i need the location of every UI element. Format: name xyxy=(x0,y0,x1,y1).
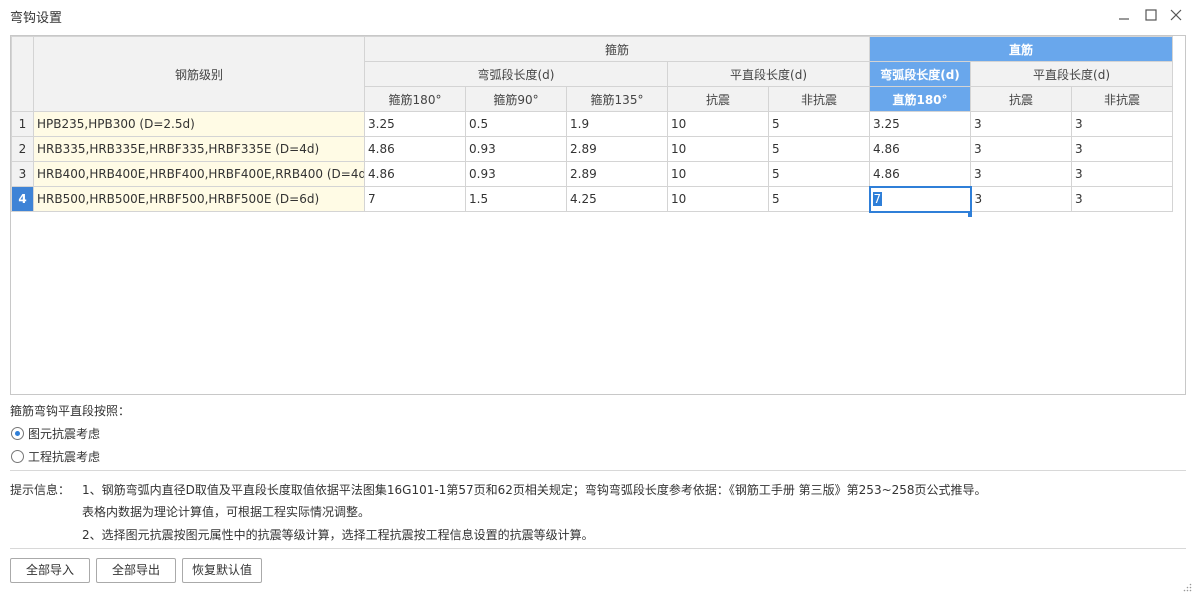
header-s90: 箍筋90° xyxy=(465,86,567,112)
header-s135: 箍筋135° xyxy=(566,86,668,112)
non-seismic-cell[interactable]: 5 xyxy=(767,161,871,187)
s180-cell[interactable]: 4.86 xyxy=(364,136,466,162)
z-seismic-cell[interactable]: 3 xyxy=(970,161,1073,187)
s180-cell[interactable]: 3.25 xyxy=(364,111,466,137)
row-number[interactable]: 3 xyxy=(11,161,34,187)
radio-project-seismic[interactable]: 工程抗震考虑 xyxy=(11,448,100,465)
seismic-cell[interactable]: 10 xyxy=(667,186,769,212)
hint-line-3: 2、选择图元抗震按图元属性中的抗震等级计算，选择工程抗震按工程信息设置的抗震等级… xyxy=(82,528,594,542)
z180-cell[interactable]: 4.86 xyxy=(869,136,972,162)
seismic-cell[interactable]: 10 xyxy=(667,136,769,162)
header-stirrup-flat: 平直段长度(d) xyxy=(666,61,871,87)
hook-table: 钢筋级别 箍筋 直筋 弯弧段长度(d) 平直段长度(d) 弯弧段长度(d) 平直… xyxy=(11,36,1174,213)
maximize-icon[interactable] xyxy=(1140,5,1162,25)
header-straight-bar: 直筋 xyxy=(869,36,1174,62)
s135-cell[interactable]: 2.89 xyxy=(566,136,668,162)
non-seismic-cell[interactable]: 5 xyxy=(767,111,871,137)
restore-default-button[interactable]: 恢复默认值 xyxy=(182,558,262,583)
z-seismic-cell[interactable]: 3 xyxy=(970,136,1073,162)
z180-cell-selected[interactable]: 7 xyxy=(868,185,972,213)
hint-line-2: 表格内数据为理论计算值，可根据工程实际情况调整。 xyxy=(82,505,371,519)
s180-cell[interactable]: 4.86 xyxy=(364,161,466,187)
grade-cell: HRB335,HRB335E,HRBF335,HRBF335E (D=4d) xyxy=(33,136,365,162)
table-row[interactable]: 2 HRB335,HRB335E,HRBF335,HRBF335E (D=4d)… xyxy=(11,136,1174,162)
selected-cell-text[interactable]: 7 xyxy=(872,192,883,206)
header-grade: 钢筋级别 xyxy=(33,36,365,112)
header-z-non-seismic: 非抗震 xyxy=(1071,86,1174,112)
z180-cell[interactable]: 3.25 xyxy=(869,111,972,137)
s180-cell[interactable]: 7 xyxy=(364,186,466,212)
corner-header xyxy=(11,36,34,112)
grade-cell: HPB235,HPB300 (D=2.5d) xyxy=(33,111,365,137)
grade-cell: HRB400,HRB400E,HRBF400,HRBF400E,RRB400 (… xyxy=(33,161,365,187)
s90-cell[interactable]: 0.5 xyxy=(465,111,567,137)
s90-cell[interactable]: 0.93 xyxy=(465,161,567,187)
s90-cell[interactable]: 1.5 xyxy=(465,186,567,212)
table-row-active[interactable]: 4 HRB500,HRB500E,HRBF500,HRBF500E (D=6d)… xyxy=(11,185,1174,213)
divider xyxy=(10,548,1186,549)
z-non-seismic-cell[interactable]: 3 xyxy=(1071,136,1174,162)
s135-cell[interactable]: 1.9 xyxy=(566,111,668,137)
header-straight-arc: 弯弧段长度(d) xyxy=(869,61,972,87)
non-seismic-cell[interactable]: 5 xyxy=(767,136,871,162)
header-s180: 箍筋180° xyxy=(364,86,466,112)
radio-label[interactable]: 图元抗震考虑 xyxy=(28,425,100,442)
table-row[interactable]: 3 HRB400,HRB400E,HRBF400,HRBF400E,RRB400… xyxy=(11,161,1174,187)
row-number[interactable]: 4 xyxy=(11,186,34,212)
s135-cell[interactable]: 2.89 xyxy=(566,161,668,187)
title-bar: 弯钩设置 xyxy=(0,0,1194,32)
hook-settings-grid: 钢筋级别 箍筋 直筋 弯弧段长度(d) 平直段长度(d) 弯弧段长度(d) 平直… xyxy=(10,35,1186,395)
hint-label: 提示信息： xyxy=(10,483,71,497)
hint-line-1: 1、钢筋弯弧内直径D取值及平直段长度取值依据平法图集16G101-1第57页和6… xyxy=(82,483,987,497)
grade-cell: HRB500,HRB500E,HRBF500,HRBF500E (D=6d) xyxy=(33,186,365,212)
z-non-seismic-cell[interactable]: 3 xyxy=(1071,186,1174,212)
stirrup-option-title: 箍筋弯钩平直段按照： xyxy=(10,404,131,418)
radio-checked-icon[interactable] xyxy=(11,427,24,440)
header-z180: 直筋180° xyxy=(869,86,972,112)
z-seismic-cell[interactable]: 3 xyxy=(970,186,1073,212)
radio-label[interactable]: 工程抗震考虑 xyxy=(28,448,100,465)
resize-grip-icon[interactable] xyxy=(1183,583,1192,592)
non-seismic-cell[interactable]: 5 xyxy=(767,186,871,212)
header-z-seismic: 抗震 xyxy=(970,86,1073,112)
radio-element-seismic[interactable]: 图元抗震考虑 xyxy=(11,425,100,442)
minimize-icon[interactable] xyxy=(1113,5,1135,25)
header-straight-flat: 平直段长度(d) xyxy=(970,61,1174,87)
close-icon[interactable] xyxy=(1165,5,1187,25)
export-all-button[interactable]: 全部导出 xyxy=(96,558,176,583)
z-non-seismic-cell[interactable]: 3 xyxy=(1071,111,1174,137)
z-seismic-cell[interactable]: 3 xyxy=(970,111,1073,137)
row-number[interactable]: 1 xyxy=(11,111,34,137)
header-stirrup: 箍筋 xyxy=(363,36,871,62)
seismic-cell[interactable]: 10 xyxy=(667,161,769,187)
s90-cell[interactable]: 0.93 xyxy=(465,136,567,162)
window-title: 弯钩设置 xyxy=(10,11,63,26)
divider xyxy=(10,470,1186,471)
radio-unchecked-icon[interactable] xyxy=(11,450,24,463)
row-number[interactable]: 2 xyxy=(11,136,34,162)
table-row[interactable]: 1 HPB235,HPB300 (D=2.5d) 3.25 0.5 1.9 10… xyxy=(11,111,1174,137)
s135-cell[interactable]: 4.25 xyxy=(566,186,668,212)
seismic-cell[interactable]: 10 xyxy=(667,111,769,137)
header-seismic: 抗震 xyxy=(667,86,769,112)
header-stirrup-arc: 弯弧段长度(d) xyxy=(364,61,668,87)
import-all-button[interactable]: 全部导入 xyxy=(10,558,90,583)
z180-cell[interactable]: 4.86 xyxy=(869,161,972,187)
z-non-seismic-cell[interactable]: 3 xyxy=(1071,161,1174,187)
fill-handle[interactable] xyxy=(968,213,972,217)
header-non-seismic: 非抗震 xyxy=(767,86,871,112)
